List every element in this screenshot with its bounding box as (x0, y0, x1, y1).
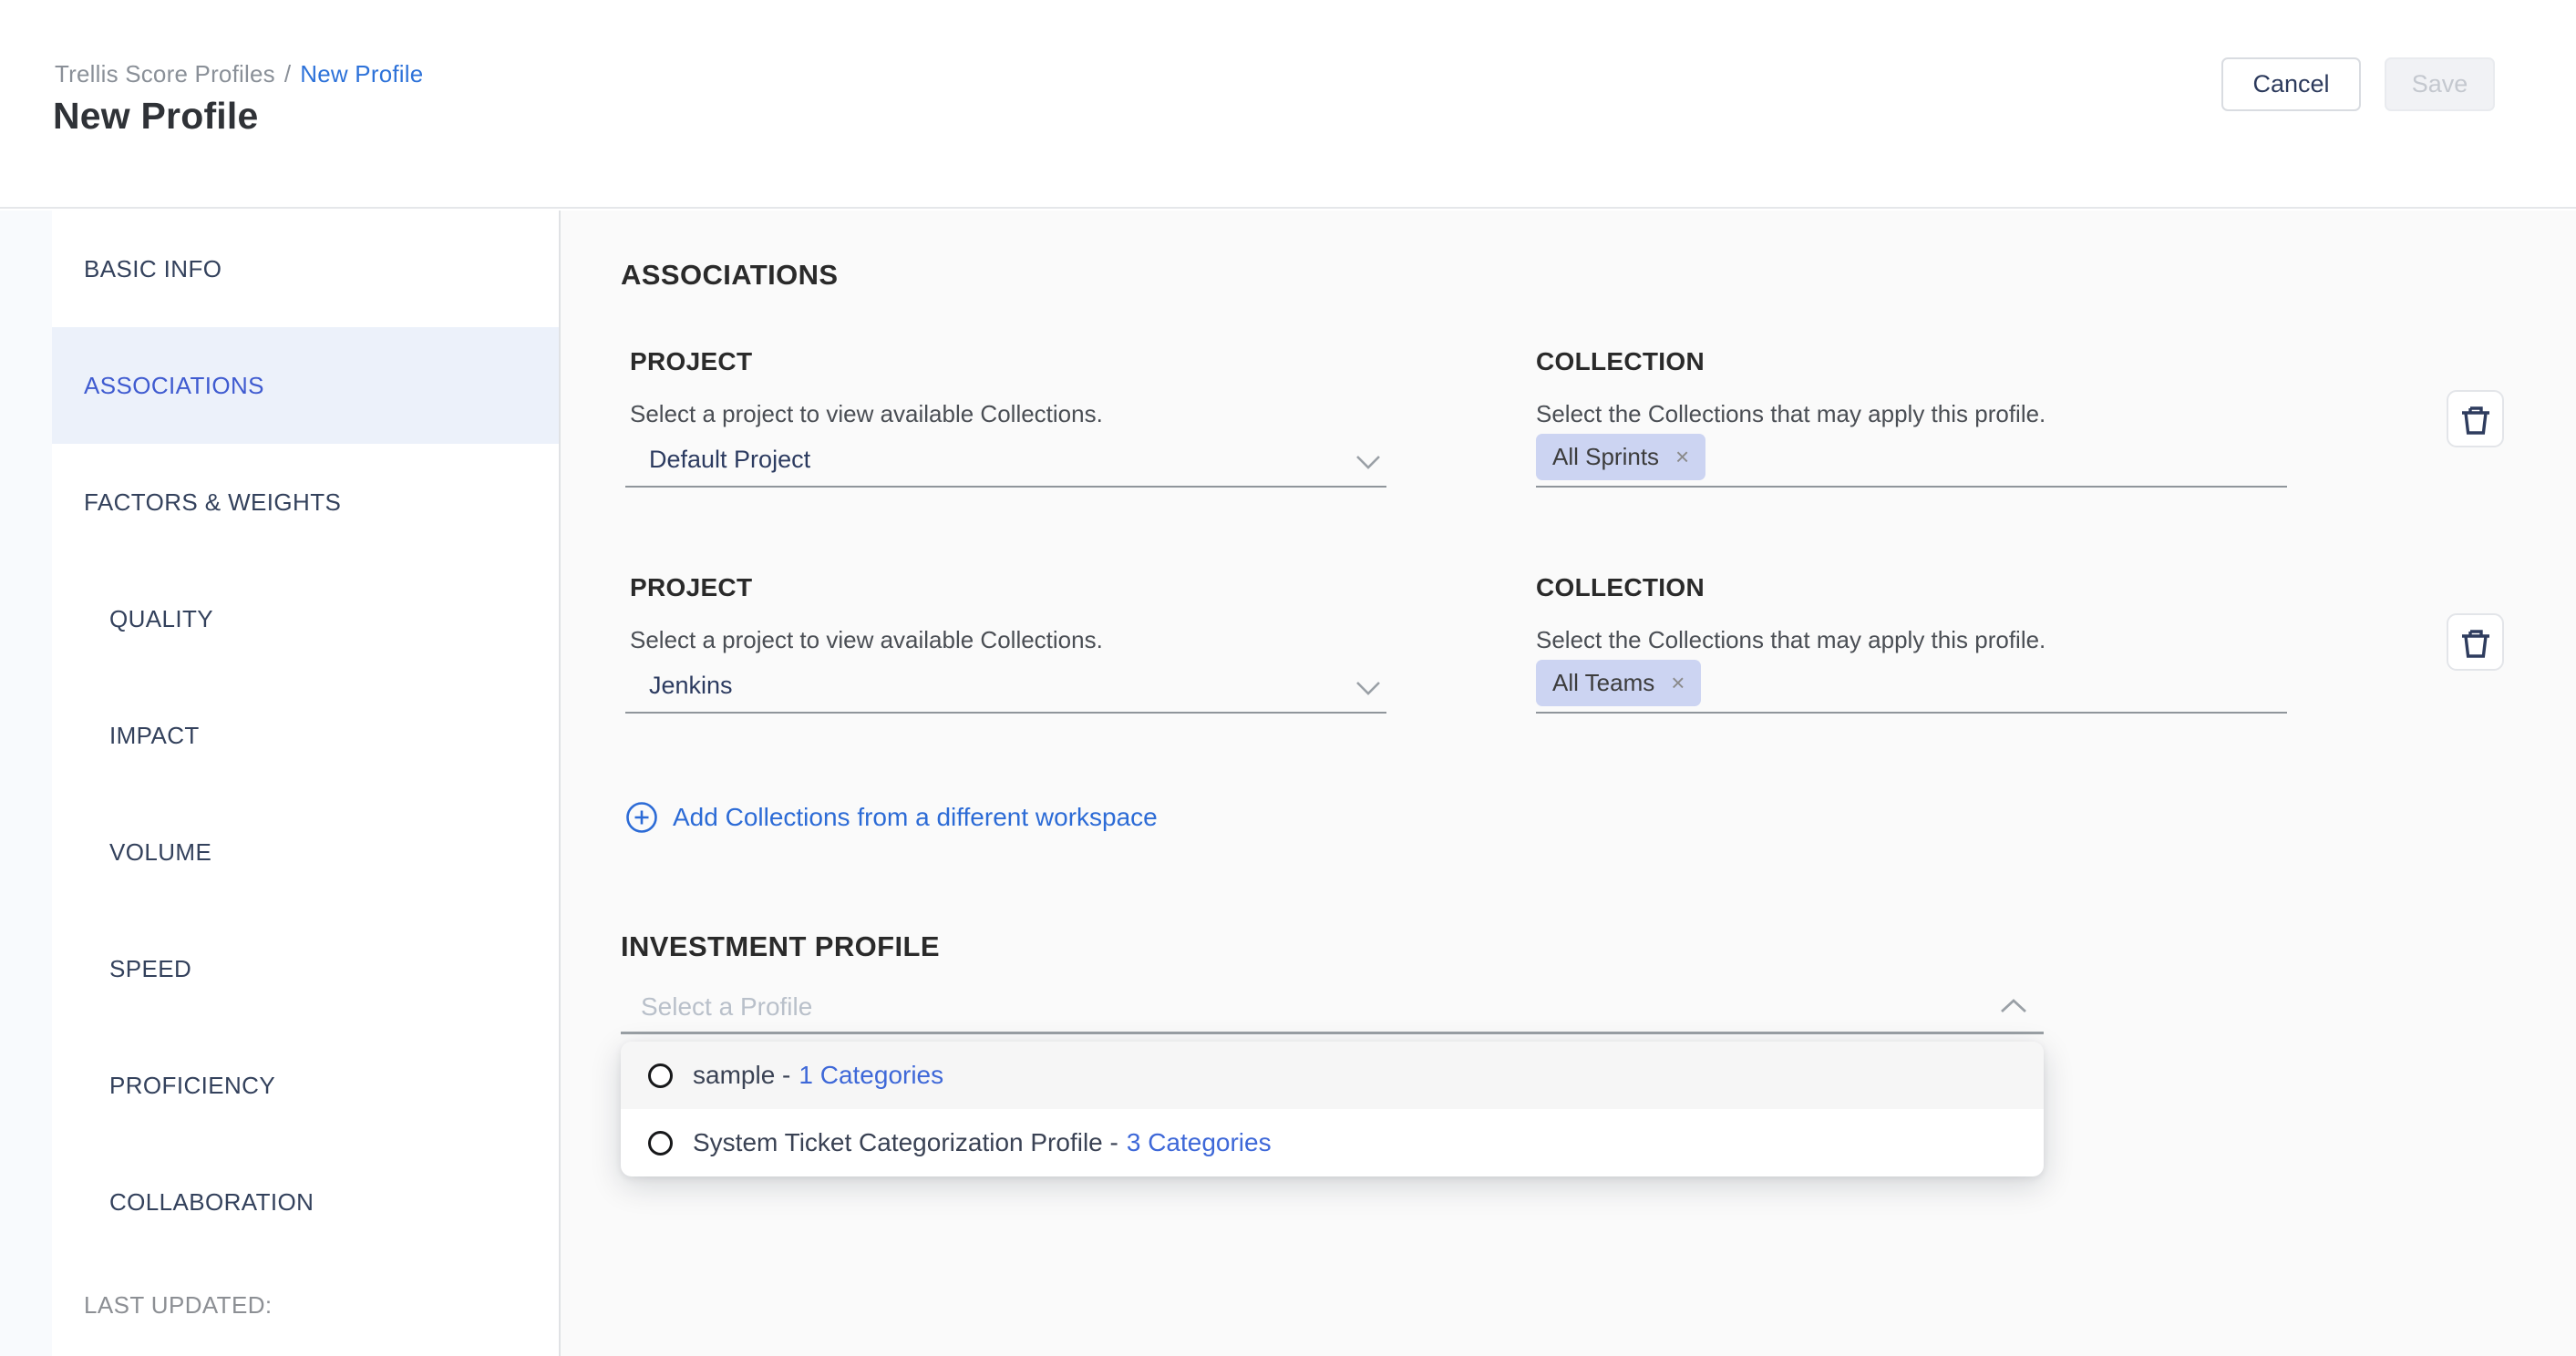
investment-profile-dropdown: sample - 1 Categories System Ticket Categ… (621, 1042, 2044, 1176)
page-header: Trellis Score Profiles / New Profile New P… (0, 0, 2576, 209)
sidebar-item-quality[interactable]: QUALITY (52, 560, 559, 677)
trash-icon (2459, 402, 2492, 437)
collection-select-2[interactable]: All Teams × (1536, 660, 2287, 714)
project-select-1[interactable]: Default Project (625, 437, 1386, 488)
project-select-2[interactable]: Jenkins (625, 663, 1386, 714)
sidebar-item-basic-info[interactable]: BASIC INFO (52, 211, 559, 327)
trash-icon (2459, 625, 2492, 660)
project-helper-1: Select a project to view available Colle… (630, 400, 1103, 428)
project-label-2: PROJECT (630, 573, 752, 602)
collection-select-1[interactable]: All Sprints × (1536, 434, 2287, 488)
investment-profile-select[interactable]: Select a Profile (621, 985, 2044, 1034)
radio-button[interactable] (648, 1131, 673, 1156)
collection-chip-label: All Teams (1552, 669, 1654, 697)
left-gutter (0, 211, 52, 1356)
profile-option-name: System Ticket Categorization Profile - (693, 1128, 1118, 1156)
save-button[interactable]: Save (2385, 57, 2495, 111)
add-collections-link-text: Add Collections from a different workspa… (673, 803, 1158, 832)
page-title: New Profile (53, 95, 258, 138)
profile-option-sample[interactable]: sample - 1 Categories (621, 1042, 2044, 1109)
close-icon[interactable]: × (1671, 669, 1685, 697)
profile-option-system-ticket-categorization[interactable]: System Ticket Categorization Profile - 3 … (621, 1109, 2044, 1176)
sidebar-item-collaboration[interactable]: COLLABORATION (52, 1144, 559, 1260)
radio-button[interactable] (648, 1063, 673, 1088)
sidebar-item-impact[interactable]: IMPACT (52, 677, 559, 794)
project-select-2-value: Jenkins (649, 672, 733, 700)
plus-circle-icon (625, 801, 658, 834)
associations-section-title: ASSOCIATIONS (621, 259, 838, 292)
new-profile-page: Trellis Score Profiles / New Profile New P… (0, 0, 2576, 1356)
breadcrumb-trellis-score-profiles[interactable]: Trellis Score Profiles (55, 60, 275, 87)
collection-chip-all-sprints[interactable]: All Sprints × (1536, 434, 1705, 480)
sidebar: BASIC INFO ASSOCIATIONS FACTORS & WEIGHT… (52, 211, 561, 1356)
sidebar-item-speed[interactable]: SPEED (52, 910, 559, 1027)
close-icon[interactable]: × (1675, 443, 1689, 471)
breadcrumb: Trellis Score Profiles / New Profile (55, 60, 423, 88)
main-content: ASSOCIATIONS PROJECT Select a project to… (561, 211, 2576, 1356)
investment-profile-placeholder: Select a Profile (641, 992, 812, 1022)
collection-chip-all-teams[interactable]: All Teams × (1536, 660, 1701, 706)
add-collections-link[interactable]: Add Collections from a different workspa… (625, 801, 1158, 834)
sidebar-item-volume[interactable]: VOLUME (52, 794, 559, 910)
profile-option-categories-link[interactable]: 1 Categories (799, 1061, 943, 1089)
chevron-down-icon (1355, 681, 1381, 696)
breadcrumb-separator: / (284, 60, 291, 87)
last-updated-label: LAST UPDATED: (84, 1291, 273, 1320)
sidebar-item-factors-weights[interactable]: FACTORS & WEIGHTS (52, 444, 559, 560)
collection-chip-label: All Sprints (1552, 443, 1659, 471)
project-helper-2: Select a project to view available Colle… (630, 626, 1103, 654)
collection-helper-1: Select the Collections that may apply th… (1536, 400, 2045, 428)
profile-option-name: sample - (693, 1061, 790, 1089)
project-select-1-value: Default Project (649, 446, 810, 474)
delete-association-button-2[interactable] (2447, 613, 2504, 671)
profile-option-categories-link[interactable]: 3 Categories (1127, 1128, 1272, 1156)
cancel-button[interactable]: Cancel (2221, 57, 2361, 111)
collection-label-1: COLLECTION (1536, 347, 1705, 376)
breadcrumb-new-profile[interactable]: New Profile (300, 60, 423, 87)
sidebar-item-associations[interactable]: ASSOCIATIONS (52, 327, 559, 444)
sidebar-item-proficiency[interactable]: PROFICIENCY (52, 1027, 559, 1144)
investment-profile-section-title: INVESTMENT PROFILE (621, 930, 940, 963)
chevron-down-icon (1355, 455, 1381, 470)
chevron-up-icon (2000, 998, 2027, 1014)
collection-helper-2: Select the Collections that may apply th… (1536, 626, 2045, 654)
project-label-1: PROJECT (630, 347, 752, 376)
collection-label-2: COLLECTION (1536, 573, 1705, 602)
delete-association-button-1[interactable] (2447, 390, 2504, 447)
